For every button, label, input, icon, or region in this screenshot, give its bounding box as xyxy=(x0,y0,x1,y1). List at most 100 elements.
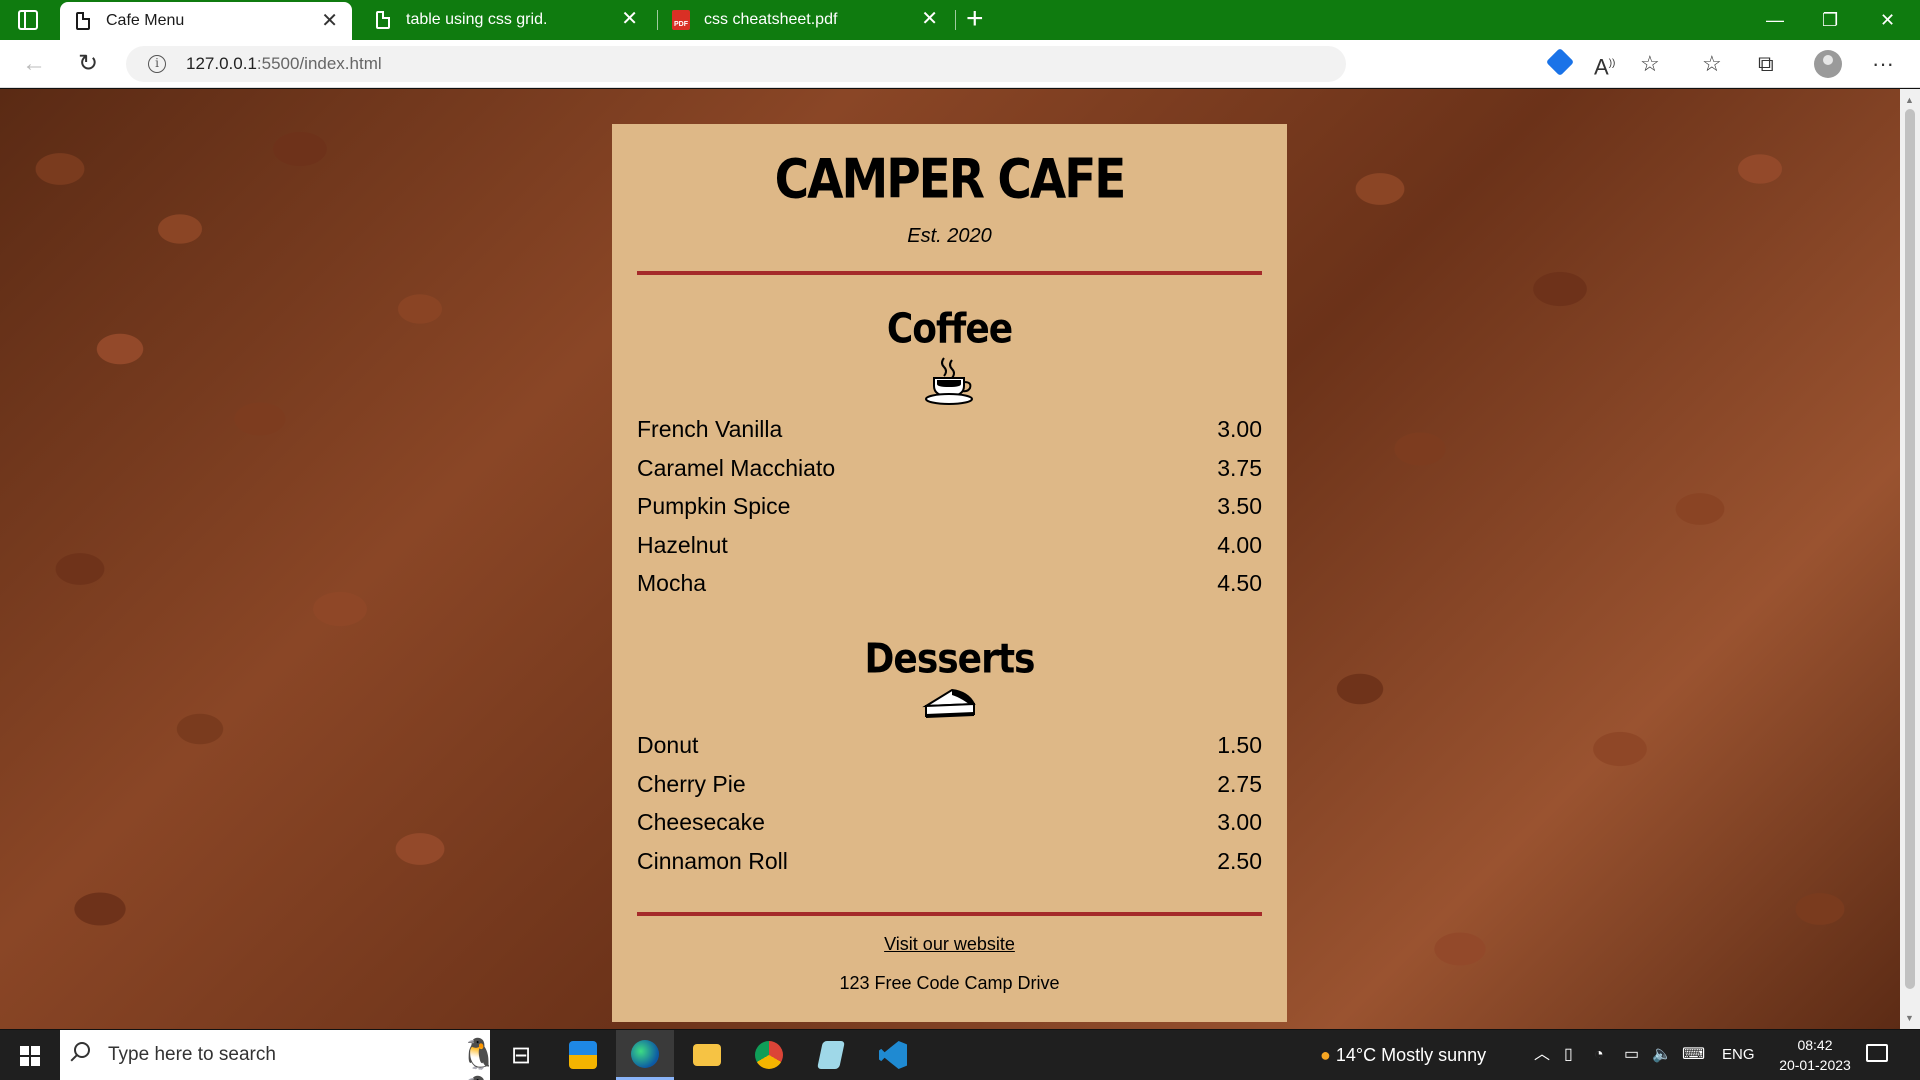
volume-icon[interactable]: 🔈 xyxy=(1652,1030,1672,1080)
item-name: Donut xyxy=(637,731,699,758)
item-price: 4.50 xyxy=(1217,570,1262,597)
weather-text: 14°C Mostly sunny xyxy=(1335,1045,1487,1065)
restore-icon[interactable]: ❐ xyxy=(1822,6,1838,34)
scrollbar-thumb[interactable] xyxy=(1905,109,1915,989)
store-app-icon[interactable] xyxy=(554,1030,612,1080)
cafe-title: CAMPER CAFE xyxy=(774,147,1127,212)
item-name: Cinnamon Roll xyxy=(637,847,788,874)
more-menu-icon[interactable]: ··· xyxy=(1872,52,1894,76)
battery-icon[interactable]: ▭ xyxy=(1624,1030,1639,1080)
tab-separator xyxy=(955,10,956,30)
hidden-icons-chevron-icon[interactable]: ︿ xyxy=(1534,1030,1550,1080)
tab-strip: Cafe Menu ✕ table using css grid. ✕ PDF … xyxy=(0,0,1920,40)
shopping-tag-icon[interactable] xyxy=(1545,47,1575,77)
item-price: 4.00 xyxy=(1217,531,1262,558)
bottom-divider xyxy=(637,912,1262,917)
tab-title: css cheatsheet.pdf xyxy=(704,11,838,28)
item-price: 3.00 xyxy=(1217,809,1262,836)
close-tab-icon[interactable]: ✕ xyxy=(921,9,938,29)
menu-item: Cinnamon Roll 2.50 xyxy=(637,842,1262,881)
item-name: Hazelnut xyxy=(637,531,728,558)
browser-toolbar: ← ↻ i 127.0.0.1:5500/index.html A)) ☆ ☆ … xyxy=(0,40,1920,88)
menu-card: CAMPER CAFE Est. 2020 Coffee French Vani… xyxy=(612,124,1287,1022)
desserts-section: Desserts Donut 1.50 Cherry Pie 2.75 Cheese… xyxy=(637,635,1262,881)
notes-app-icon[interactable] xyxy=(802,1030,860,1080)
pie-slice-icon xyxy=(921,688,976,718)
scroll-up-icon[interactable]: ▲ xyxy=(1905,95,1914,105)
item-price: 1.50 xyxy=(1217,731,1262,758)
sidebar-toggle-icon[interactable] xyxy=(18,10,38,30)
menu-item: Pumpkin Spice 3.50 xyxy=(637,487,1262,526)
coffee-cup-icon xyxy=(924,357,973,405)
menu-item: Donut 1.50 xyxy=(637,726,1262,765)
item-name: Cheesecake xyxy=(637,809,765,836)
item-name: French Vanilla xyxy=(637,416,783,442)
clock-date: 20-01-2023 xyxy=(1779,1057,1851,1073)
weather-icon: ● xyxy=(1320,1045,1331,1065)
add-favorite-icon[interactable]: ☆ xyxy=(1640,52,1660,76)
tab-title: Cafe Menu xyxy=(106,12,185,29)
taskbar: Type here to search 🐧🐧 ⊟ ● 14°C Mostly s… xyxy=(0,1030,1920,1080)
device-icon[interactable]: ▯ xyxy=(1564,1030,1573,1080)
page-icon xyxy=(376,11,390,29)
tab-separator xyxy=(657,10,658,30)
top-divider xyxy=(637,271,1262,275)
menu-item: Hazelnut 4.00 xyxy=(637,526,1262,565)
clock-time: 08:42 xyxy=(1797,1037,1833,1053)
established-text: Est. 2020 xyxy=(907,225,992,247)
visit-website-link[interactable]: Visit our website xyxy=(637,934,1262,955)
coffee-section: Coffee French Vanilla 3.00 Caramel Macchi… xyxy=(637,305,1262,603)
wifi-icon[interactable]: ◔ xyxy=(1594,1030,1604,1080)
item-name: Caramel Macchiato xyxy=(637,454,836,481)
vscode-app-icon[interactable] xyxy=(864,1030,922,1080)
cafe-address: 123 Free Code Camp Drive xyxy=(839,973,1060,994)
page-scrollbar[interactable]: ▲ ▼ xyxy=(1900,89,1920,1029)
scroll-down-icon[interactable]: ▼ xyxy=(1905,1013,1914,1023)
taskbar-search[interactable]: Type here to search 🐧🐧 xyxy=(60,1030,497,1080)
weather-widget[interactable]: ● 14°C Mostly sunny xyxy=(1320,1030,1486,1080)
new-tab-button[interactable]: + xyxy=(966,4,984,34)
item-price: 3.75 xyxy=(1217,454,1262,481)
tab-css-cheatsheet[interactable]: PDF css cheatsheet.pdf ✕ xyxy=(660,0,952,40)
tab-title: table using css grid. xyxy=(406,11,548,28)
item-price: 3.00 xyxy=(1217,416,1262,442)
windows-start-icon[interactable] xyxy=(20,1046,40,1066)
menu-item: Caramel Macchiato 3.75 xyxy=(637,449,1262,488)
menu-item: French Vanilla 3.00 xyxy=(637,410,1262,449)
minimize-icon[interactable]: — xyxy=(1766,6,1784,34)
item-name: Pumpkin Spice xyxy=(637,493,791,520)
system-clock[interactable]: 08:42 20-01-2023 xyxy=(1770,1035,1860,1075)
edge-app-icon[interactable] xyxy=(616,1030,674,1080)
back-arrow-icon[interactable]: ← xyxy=(22,50,46,78)
language-indicator[interactable]: ENG xyxy=(1722,1030,1755,1080)
section-title-coffee: Coffee xyxy=(886,305,1013,354)
refresh-icon[interactable]: ↻ xyxy=(78,50,98,78)
notifications-icon[interactable] xyxy=(1866,1044,1888,1062)
item-price: 2.75 xyxy=(1217,770,1262,797)
favorites-icon[interactable]: ☆ xyxy=(1702,52,1722,76)
profile-avatar[interactable] xyxy=(1814,50,1842,78)
menu-item: Cherry Pie 2.75 xyxy=(637,765,1262,804)
page-icon xyxy=(76,12,90,30)
close-tab-icon[interactable]: ✕ xyxy=(321,11,338,31)
chrome-app-icon[interactable] xyxy=(740,1030,798,1080)
site-info-icon[interactable]: i xyxy=(148,55,166,73)
menu-item: Cheesecake 3.00 xyxy=(637,803,1262,842)
item-name: Mocha xyxy=(637,570,707,597)
close-window-icon[interactable]: ✕ xyxy=(1880,6,1895,34)
menu-item: Mocha 4.50 xyxy=(637,564,1262,603)
read-aloud-icon[interactable]: A)) xyxy=(1594,52,1615,79)
collections-icon[interactable]: ⧉ xyxy=(1758,52,1774,76)
task-view-icon[interactable]: ⊟ xyxy=(492,1030,550,1080)
keyboard-icon[interactable]: ⌨ xyxy=(1682,1030,1705,1080)
search-placeholder[interactable]: Type here to search xyxy=(108,1044,276,1066)
address-bar[interactable]: i 127.0.0.1:5500/index.html xyxy=(126,46,1346,82)
url-text[interactable]: 127.0.0.1:5500/index.html xyxy=(186,54,382,74)
file-explorer-icon[interactable] xyxy=(678,1030,736,1080)
close-tab-icon[interactable]: ✕ xyxy=(621,9,638,29)
item-name: Cherry Pie xyxy=(637,770,746,797)
tab-table-css-grid[interactable]: table using css grid. ✕ xyxy=(360,0,652,40)
section-title-desserts: Desserts xyxy=(864,635,1036,684)
item-price: 3.50 xyxy=(1217,493,1262,520)
tab-cafe-menu[interactable]: Cafe Menu ✕ xyxy=(60,2,352,40)
